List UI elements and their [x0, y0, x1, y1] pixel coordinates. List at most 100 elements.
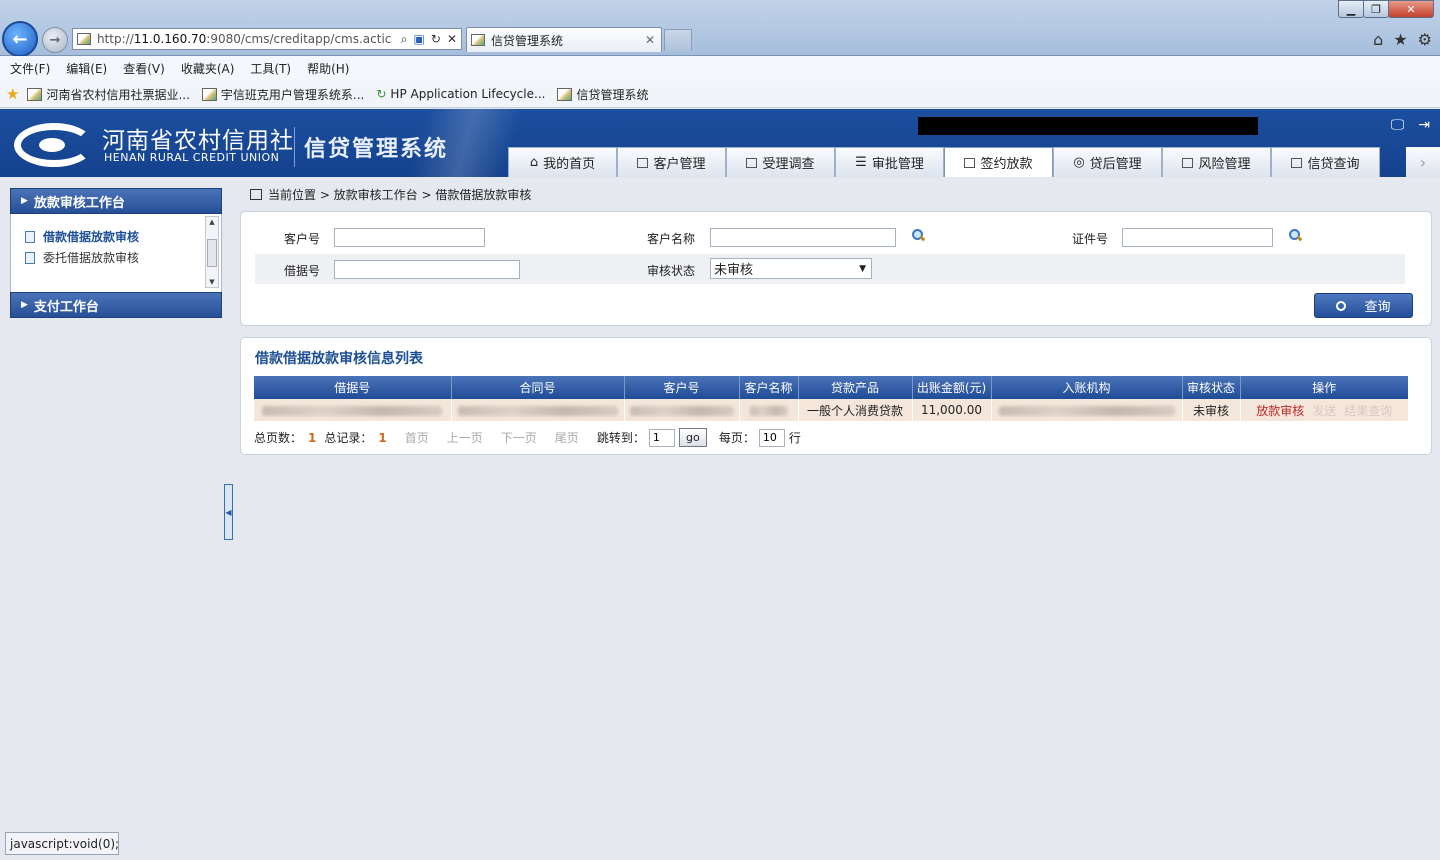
menu-file[interactable]: 文件(F) [10, 60, 50, 77]
last-page-link[interactable]: 尾页 [555, 429, 579, 446]
send-link[interactable]: 发送 [1312, 404, 1336, 418]
location-icon [250, 189, 262, 200]
stop-icon[interactable]: ✕ [447, 32, 457, 47]
status-select[interactable]: 未审核 ▼ [710, 258, 872, 279]
nav-scroll-right-icon[interactable]: › [1406, 147, 1440, 177]
nav-tab-loan-signing[interactable]: 签约放款 [944, 147, 1053, 177]
minimize-button[interactable]: ▁ [1338, 0, 1364, 18]
favorite-label: HP Application Lifecycle... [390, 87, 546, 101]
home-icon[interactable]: ⌂ [1373, 30, 1383, 49]
menu-view[interactable]: 查看(V) [123, 60, 165, 77]
per-page-input[interactable] [758, 428, 785, 447]
customer-search-icon[interactable] [911, 228, 925, 242]
nav-tab-post-loan[interactable]: ◎ 贷后管理 [1053, 147, 1162, 177]
blurred-value [749, 405, 788, 416]
favorite-page-icon [27, 87, 43, 101]
customer-icon [637, 157, 649, 168]
favorite-link[interactable]: 宇信班克用户管理系统系... [201, 86, 365, 103]
customer-name-input[interactable] [710, 228, 896, 247]
cell-customer-no-redacted [624, 399, 740, 421]
sidebar-section-loan-review[interactable]: ▶ 放款审核工作台 [10, 188, 222, 214]
back-button[interactable]: ← [2, 21, 38, 57]
menu-help[interactable]: 帮助(H) [307, 60, 349, 77]
nav-tab-home[interactable]: ⌂ 我的首页 [508, 147, 617, 177]
menu-bar: 文件(F) 编辑(E) 查看(V) 收藏夹(A) 工具(T) 帮助(H) [0, 56, 1440, 81]
search-icon[interactable]: ⌕ [401, 32, 408, 47]
col-institution[interactable]: 入账机构 [991, 376, 1183, 399]
col-amount[interactable]: 出账金额(元) [912, 376, 992, 399]
customer-no-input[interactable] [334, 228, 485, 247]
sidebar-item-loan-receipt-review[interactable]: 借款借据放款审核 [11, 226, 221, 247]
blurred-value [998, 405, 1175, 416]
menu-edit[interactable]: 编辑(E) [66, 60, 107, 77]
col-product[interactable]: 贷款产品 [798, 376, 913, 399]
per-page-unit: 行 [788, 431, 801, 445]
favorite-link[interactable]: 信贷管理系统 [557, 86, 648, 103]
col-customer-no[interactable]: 客户号 [624, 376, 740, 399]
address-bar[interactable]: http://11.0.160.70:9080/cms/creditapp/cm… [72, 28, 462, 50]
table-row[interactable]: 一般个人消费贷款 11,000.00 未审核 放款审核 发送 结果查询 [254, 399, 1408, 421]
sidebar-item-label: 借款借据放款审核 [43, 230, 140, 244]
browser-right-icons: ⌂ ★ ⚙ [1373, 30, 1432, 49]
forward-button[interactable]: → [42, 27, 68, 53]
logo-chinese-name: 河南省农村信用社 [102, 128, 294, 154]
loan-no-input[interactable] [334, 260, 520, 279]
favorite-label: 河南省农村信用社票据业... [46, 87, 190, 102]
nav-tab-query[interactable]: 信贷查询 [1271, 147, 1380, 177]
tab-close-icon[interactable]: ✕ [645, 33, 655, 47]
col-loan-no[interactable]: 借据号 [254, 376, 452, 399]
favorite-link[interactable]: ↻ HP Application Lifecycle... [376, 87, 545, 101]
settings-gear-icon[interactable]: ⚙ [1418, 30, 1432, 49]
sidebar-item-entrusted-receipt-review[interactable]: 委托借据放款审核 [11, 247, 221, 268]
favorites-star-icon[interactable]: ★ [1393, 30, 1407, 49]
status-selected-value: 未审核 [714, 263, 754, 278]
query-button[interactable]: 查询 [1314, 293, 1413, 318]
breadcrumb: 当前位置 > 放款审核工作台 > 借款借据放款审核 [250, 186, 531, 203]
sidebar-scrollbar[interactable]: ▲ ▼ [205, 216, 219, 288]
nav-tab-customer[interactable]: 客户管理 [617, 147, 726, 177]
favorites-add-icon[interactable]: ★ [6, 85, 19, 103]
menu-tools[interactable]: 工具(T) [250, 60, 291, 77]
expand-arrow-icon: ▶ [21, 196, 28, 206]
browser-tab[interactable]: 信贷管理系统 ✕ [466, 27, 662, 52]
favorite-page-icon [201, 87, 217, 101]
cell-loan-no-redacted [254, 399, 452, 421]
nav-tab-risk[interactable]: 风险管理 [1162, 147, 1271, 177]
monitor-icon[interactable]: 🖵 [1391, 117, 1405, 133]
scroll-thumb[interactable] [207, 239, 217, 267]
scroll-up-icon[interactable]: ▲ [206, 218, 218, 226]
close-window-button[interactable]: ✕ [1388, 0, 1434, 18]
sidebar-section-payment[interactable]: ▶ 支付工作台 [10, 292, 222, 318]
first-page-link[interactable]: 首页 [405, 429, 429, 446]
loan-review-link[interactable]: 放款审核 [1256, 404, 1304, 418]
result-query-link[interactable]: 结果查询 [1344, 404, 1392, 418]
refresh-icon[interactable]: ↻ [431, 32, 441, 47]
maximize-button[interactable]: ❐ [1363, 0, 1389, 18]
nav-tab-label: 贷后管理 [1089, 157, 1142, 172]
col-contract-no[interactable]: 合同号 [451, 376, 625, 399]
nav-tab-survey[interactable]: 受理调查 [726, 147, 835, 177]
favorite-label: 宇信班克用户管理系统系... [220, 87, 365, 102]
prev-page-link[interactable]: 上一页 [447, 429, 483, 446]
compat-icon[interactable]: ▣ [414, 32, 425, 47]
sidebar-collapse-handle[interactable]: ◀ [224, 484, 233, 540]
new-tab-button[interactable] [664, 29, 692, 51]
next-page-link[interactable]: 下一页 [501, 429, 537, 446]
search-row: 借据号 审核状态 未审核 ▼ [255, 254, 1405, 284]
scroll-down-icon[interactable]: ▼ [206, 278, 218, 286]
col-status[interactable]: 审核状态 [1182, 376, 1241, 399]
jump-page-input[interactable] [648, 428, 675, 447]
logout-icon[interactable]: ⇥ [1418, 117, 1430, 133]
search-panel: 客户号 客户名称 证件号 借据号 审核状态 未审核 ▼ 查询 [240, 211, 1432, 326]
nav-tab-label: 受理调查 [762, 157, 815, 172]
go-button[interactable]: go [678, 428, 707, 447]
blurred-value [457, 405, 618, 416]
nav-tab-approval[interactable]: ☰ 审批管理 [835, 147, 944, 177]
col-customer-name[interactable]: 客户名称 [739, 376, 799, 399]
favorite-link[interactable]: 河南省农村信用社票据业... [27, 86, 190, 103]
id-no-input[interactable] [1122, 228, 1273, 247]
nav-tab-label: 风险管理 [1198, 157, 1251, 172]
menu-favorites[interactable]: 收藏夹(A) [181, 60, 235, 77]
id-search-icon[interactable] [1288, 228, 1302, 242]
tab-title: 信贷管理系统 [491, 33, 564, 48]
